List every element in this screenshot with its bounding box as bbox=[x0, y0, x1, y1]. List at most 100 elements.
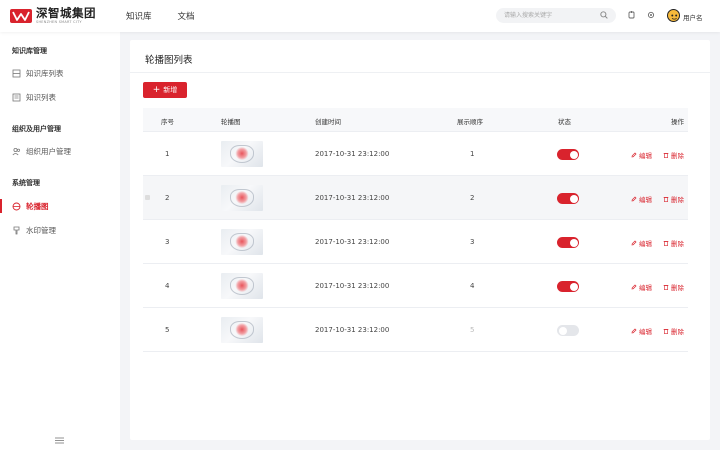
table-row: 1 2017-10-31 23:12:00 1 编辑 删除 bbox=[143, 132, 688, 176]
sidebar-item-label: 组织用户管理 bbox=[26, 146, 71, 156]
row-index: 3 bbox=[165, 238, 170, 246]
avatar[interactable] bbox=[667, 9, 680, 22]
col-header-actions: 操作 bbox=[671, 118, 684, 126]
row-index: 4 bbox=[165, 282, 170, 290]
col-header-image: 轮播图 bbox=[221, 118, 241, 126]
add-button-label: 新增 bbox=[163, 86, 178, 94]
row-display-order: 2 bbox=[470, 194, 475, 202]
row-display-order: 5 bbox=[470, 326, 475, 334]
brand-logo[interactable]: 深智城集团 SHENZHEN SMART CITY bbox=[10, 7, 96, 24]
delete-button[interactable]: 删除 bbox=[663, 326, 684, 336]
delete-button[interactable]: 删除 bbox=[663, 282, 684, 292]
status-toggle[interactable] bbox=[557, 237, 579, 248]
table-row: 4 2017-10-31 23:12:00 4 编辑 删除 bbox=[143, 264, 688, 308]
col-header-order: 展示顺序 bbox=[457, 118, 483, 126]
table-row: 5 2017-10-31 23:12:00 5 编辑 删除 bbox=[143, 308, 688, 352]
carousel-table: 序号 轮播图 创建时间 展示顺序 状态 操作 1 2017-10-31 23:12… bbox=[143, 108, 688, 352]
gear-icon[interactable] bbox=[647, 11, 655, 21]
delete-button[interactable]: 删除 bbox=[663, 150, 684, 160]
status-toggle[interactable] bbox=[557, 325, 579, 336]
list-icon bbox=[12, 93, 21, 102]
edit-button[interactable]: 编辑 bbox=[631, 282, 652, 292]
sidebar-item-label: 轮播图 bbox=[26, 201, 49, 211]
carousel-icon bbox=[12, 202, 21, 211]
sidebar-item-watermark[interactable]: 水印管理 bbox=[0, 221, 120, 239]
col-header-status: 状态 bbox=[558, 118, 571, 126]
row-created-time: 2017-10-31 23:12:00 bbox=[315, 194, 390, 202]
table-row: 3 2017-10-31 23:12:00 3 编辑 删除 bbox=[143, 220, 688, 264]
search-input[interactable] bbox=[496, 8, 616, 23]
status-toggle[interactable] bbox=[557, 193, 579, 204]
sidebar-item-label: 水印管理 bbox=[26, 225, 56, 235]
sidebar: 知识库管理 知识库列表 知识列表 组织及用户管理 组织用户管理 系统管理 轮播图… bbox=[0, 32, 120, 450]
edit-icon bbox=[631, 196, 637, 202]
trash-icon bbox=[663, 153, 669, 158]
nav-knowledge-base[interactable]: 知识库 bbox=[126, 10, 152, 22]
nav-documents[interactable]: 文档 bbox=[178, 10, 195, 22]
brand-logo-mark bbox=[10, 8, 32, 23]
sidebar-item-org-users[interactable]: 组织用户管理 bbox=[0, 142, 120, 160]
edit-label: 编辑 bbox=[639, 328, 652, 336]
carousel-thumbnail[interactable] bbox=[221, 141, 263, 167]
delete-button[interactable]: 删除 bbox=[663, 194, 684, 204]
edit-icon bbox=[631, 328, 637, 334]
row-created-time: 2017-10-31 23:12:00 bbox=[315, 150, 390, 158]
top-header: 深智城集团 SHENZHEN SMART CITY 知识库 文档 用户名 bbox=[0, 0, 720, 32]
page-title: 轮播图列表 bbox=[145, 55, 193, 66]
sidebar-item-label: 知识列表 bbox=[26, 92, 56, 102]
top-nav: 知识库 文档 bbox=[126, 10, 195, 22]
notification-icon[interactable] bbox=[628, 11, 635, 21]
sidebar-group-knowledge: 知识库管理 bbox=[12, 47, 47, 55]
col-header-created: 创建时间 bbox=[315, 118, 341, 126]
trash-icon bbox=[663, 329, 669, 334]
row-display-order: 3 bbox=[470, 238, 475, 246]
table-header: 序号 轮播图 创建时间 展示顺序 状态 操作 bbox=[143, 108, 688, 132]
trash-icon bbox=[663, 285, 669, 290]
library-icon bbox=[12, 69, 21, 78]
divider bbox=[130, 72, 710, 73]
edit-label: 编辑 bbox=[639, 196, 652, 204]
row-index: 5 bbox=[165, 326, 170, 334]
table-row: 2 2017-10-31 23:12:00 2 编辑 删除 bbox=[143, 176, 688, 220]
sidebar-item-carousel[interactable]: 轮播图 bbox=[0, 197, 120, 215]
edit-label: 编辑 bbox=[639, 284, 652, 292]
sidebar-item-label: 知识库列表 bbox=[26, 68, 64, 78]
delete-label: 删除 bbox=[671, 284, 684, 292]
delete-button[interactable]: 删除 bbox=[663, 238, 684, 248]
plus-icon: + bbox=[152, 84, 161, 95]
row-display-order: 4 bbox=[470, 282, 475, 290]
trash-icon bbox=[663, 197, 669, 202]
status-toggle[interactable] bbox=[557, 149, 579, 160]
row-index: 1 bbox=[165, 150, 170, 158]
row-created-time: 2017-10-31 23:12:00 bbox=[315, 326, 390, 334]
status-toggle[interactable] bbox=[557, 281, 579, 292]
carousel-thumbnail[interactable] bbox=[221, 229, 263, 255]
edit-button[interactable]: 编辑 bbox=[631, 194, 652, 204]
carousel-thumbnail[interactable] bbox=[221, 273, 263, 299]
sidebar-item-knowledge-base-list[interactable]: 知识库列表 bbox=[0, 64, 120, 82]
add-button[interactable]: + 新增 bbox=[143, 82, 187, 98]
sidebar-item-knowledge-list[interactable]: 知识列表 bbox=[0, 88, 120, 106]
edit-button[interactable]: 编辑 bbox=[631, 326, 652, 336]
row-created-time: 2017-10-31 23:12:00 bbox=[315, 282, 390, 290]
edit-button[interactable]: 编辑 bbox=[631, 150, 652, 160]
drag-handle-icon[interactable] bbox=[145, 195, 150, 200]
carousel-thumbnail[interactable] bbox=[221, 185, 263, 211]
edit-label: 编辑 bbox=[639, 152, 652, 160]
carousel-thumbnail[interactable] bbox=[221, 317, 263, 343]
edit-button[interactable]: 编辑 bbox=[631, 238, 652, 248]
users-icon bbox=[12, 147, 21, 156]
carousel-list-panel: 轮播图列表 + 新增 序号 轮播图 创建时间 展示顺序 状态 操作 1 2017-… bbox=[130, 40, 710, 440]
trash-icon bbox=[663, 241, 669, 246]
collapse-menu-icon[interactable] bbox=[55, 437, 64, 446]
row-created-time: 2017-10-31 23:12:00 bbox=[315, 238, 390, 246]
row-display-order: 1 bbox=[470, 150, 475, 158]
edit-label: 编辑 bbox=[639, 240, 652, 248]
search-icon[interactable] bbox=[600, 11, 608, 21]
col-header-index: 序号 bbox=[161, 118, 174, 126]
brand-subtitle: SHENZHEN SMART CITY bbox=[36, 19, 82, 24]
delete-label: 删除 bbox=[671, 328, 684, 336]
sidebar-group-org: 组织及用户管理 bbox=[12, 125, 61, 133]
row-index: 2 bbox=[165, 194, 170, 202]
username[interactable]: 用户名 bbox=[683, 12, 703, 22]
